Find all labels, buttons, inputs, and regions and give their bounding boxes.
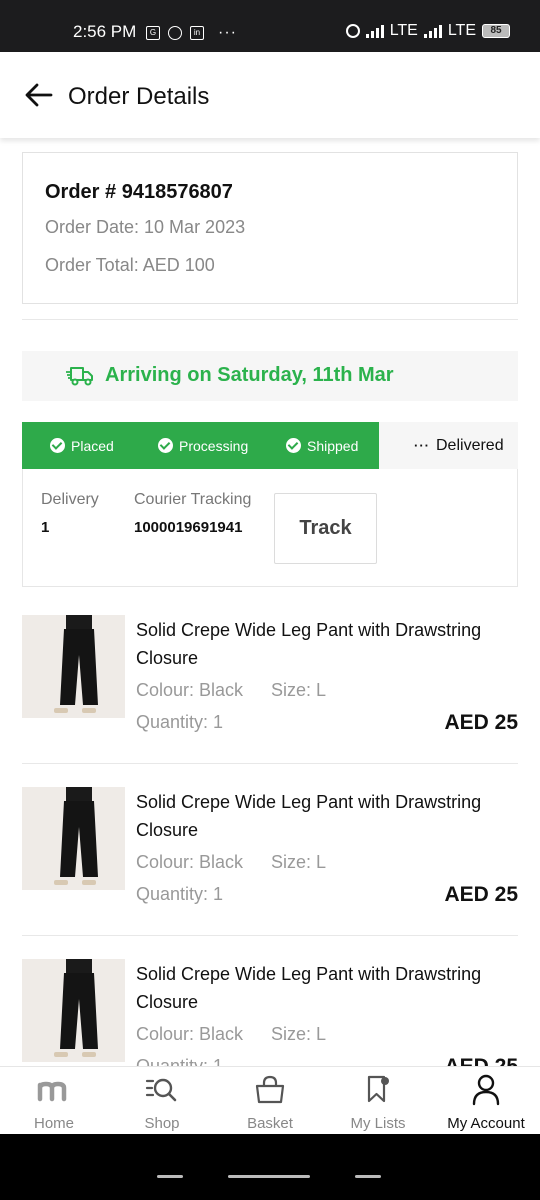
list-item[interactable]: Solid Crepe Wide Leg Pant with Drawstrin…: [22, 600, 518, 764]
product-image[interactable]: [22, 959, 125, 1062]
list-item[interactable]: Solid Crepe Wide Leg Pant with Drawstrin…: [22, 772, 518, 936]
battery-icon: 85: [482, 24, 510, 38]
product-quantity: Quantity: 1: [136, 884, 224, 904]
nav-shop[interactable]: Shop: [108, 1067, 216, 1135]
network-label-2: LTE: [447, 22, 476, 39]
order-summary-card: Order # 9418576807 Order Date: 10 Mar 20…: [22, 152, 518, 304]
step-shipped: Shipped: [286, 422, 358, 469]
message-icon: G: [146, 26, 160, 40]
basket-icon: [255, 1075, 285, 1104]
pending-dots-icon: ···: [414, 438, 430, 453]
check-icon: [158, 438, 173, 453]
network-label-1: LTE: [389, 22, 418, 39]
step-processing: Processing: [158, 422, 248, 469]
product-photo: [22, 959, 125, 1062]
nav-my-lists[interactable]: My Lists: [324, 1067, 432, 1135]
nav-label: Shop: [144, 1115, 180, 1132]
delivery-card: Delivery 1 Courier Tracking 100001969194…: [22, 469, 518, 587]
delivery-value: 1: [41, 519, 50, 536]
bottom-nav: Home Shop Basket My Lists My Account: [0, 1066, 540, 1134]
order-total: Order Total: AED 100: [45, 255, 215, 275]
page-title: Order Details: [68, 83, 210, 110]
list-item[interactable]: Solid Crepe Wide Leg Pant with Drawstrin…: [22, 944, 518, 1066]
notification-icons: G in ···: [146, 24, 237, 42]
product-price: AED 25: [444, 883, 518, 906]
product-size: Size: L: [271, 852, 327, 872]
product-name[interactable]: Solid Crepe Wide Leg Pant with Drawstrin…: [136, 616, 516, 672]
courier-tracking-label: Courier Tracking: [134, 491, 252, 508]
signal-icon: [365, 24, 384, 38]
app-header: Order Details: [0, 52, 540, 138]
product-size: Size: L: [271, 1024, 327, 1044]
back-button[interactable]: [355, 1175, 381, 1178]
chrome-icon: [168, 26, 182, 40]
order-number: Order # 9418576807: [45, 181, 233, 203]
order-progress: Placed Processing Shipped ··· Delivered: [22, 422, 518, 469]
check-icon: [286, 438, 301, 453]
product-colour: Colour: Black: [136, 1024, 244, 1044]
product-price: AED 25: [444, 711, 518, 734]
product-image[interactable]: [22, 787, 125, 890]
nav-basket[interactable]: Basket: [216, 1067, 324, 1135]
status-bar: 2:56 PM G in ··· LTE LTE 85: [0, 0, 540, 52]
product-quantity: Quantity: 1: [136, 712, 224, 732]
step-label: Processing: [179, 437, 249, 454]
divider: [22, 935, 518, 936]
arrival-text: Arriving on Saturday, 11th Mar: [105, 364, 394, 386]
arrival-banner: Arriving on Saturday, 11th Mar: [22, 351, 518, 401]
product-image[interactable]: [22, 615, 125, 718]
delivery-label: Delivery: [41, 491, 99, 508]
system-status: LTE LTE 85: [345, 22, 510, 40]
system-nav-bar: [0, 1134, 540, 1200]
order-date: Order Date: 10 Mar 2023: [45, 217, 246, 237]
track-button[interactable]: Track: [274, 493, 377, 564]
product-name[interactable]: Solid Crepe Wide Leg Pant with Drawstrin…: [136, 960, 516, 1016]
nav-home[interactable]: Home: [0, 1067, 108, 1135]
step-label: Placed: [71, 437, 114, 454]
nav-my-account[interactable]: My Account: [432, 1067, 540, 1135]
product-photo: [22, 787, 125, 890]
courier-tracking-number: 1000019691941: [134, 519, 243, 536]
back-arrow-icon[interactable]: [24, 82, 54, 108]
product-price: AED 25: [444, 1055, 518, 1066]
step-delivered: ··· Delivered: [414, 422, 504, 469]
product-colour: Colour: Black: [136, 852, 244, 872]
product-size: Size: L: [271, 680, 327, 700]
more-notifications-icon: ···: [218, 24, 237, 41]
step-label: Shipped: [307, 437, 359, 454]
recent-apps-button[interactable]: [157, 1175, 183, 1178]
nav-label: My Account: [447, 1115, 525, 1132]
nav-label: My Lists: [350, 1115, 406, 1132]
alarm-icon: [345, 24, 360, 38]
linkedin-icon: in: [190, 26, 204, 40]
home-logo-icon: [37, 1081, 67, 1102]
home-gesture-bar[interactable]: [228, 1175, 310, 1178]
shop-search-icon: [145, 1078, 177, 1102]
nav-label: Basket: [247, 1115, 293, 1132]
order-items-list[interactable]: Solid Crepe Wide Leg Pant with Drawstrin…: [0, 600, 540, 1066]
account-icon: [472, 1074, 500, 1106]
bookmark-icon: [367, 1075, 389, 1103]
step-placed: Placed: [50, 422, 114, 469]
product-name[interactable]: Solid Crepe Wide Leg Pant with Drawstrin…: [136, 788, 516, 844]
product-colour: Colour: Black: [136, 680, 244, 700]
nav-label: Home: [33, 1115, 74, 1132]
status-time: 2:56 PM: [73, 22, 137, 41]
product-photo: [22, 615, 125, 718]
signal-icon-2: [423, 24, 442, 38]
check-icon: [50, 438, 65, 453]
product-quantity: Quantity: 1: [136, 1056, 224, 1066]
step-label: Delivered: [436, 436, 504, 454]
divider: [22, 763, 518, 764]
delivery-truck-icon: [66, 367, 93, 386]
divider: [22, 319, 518, 320]
